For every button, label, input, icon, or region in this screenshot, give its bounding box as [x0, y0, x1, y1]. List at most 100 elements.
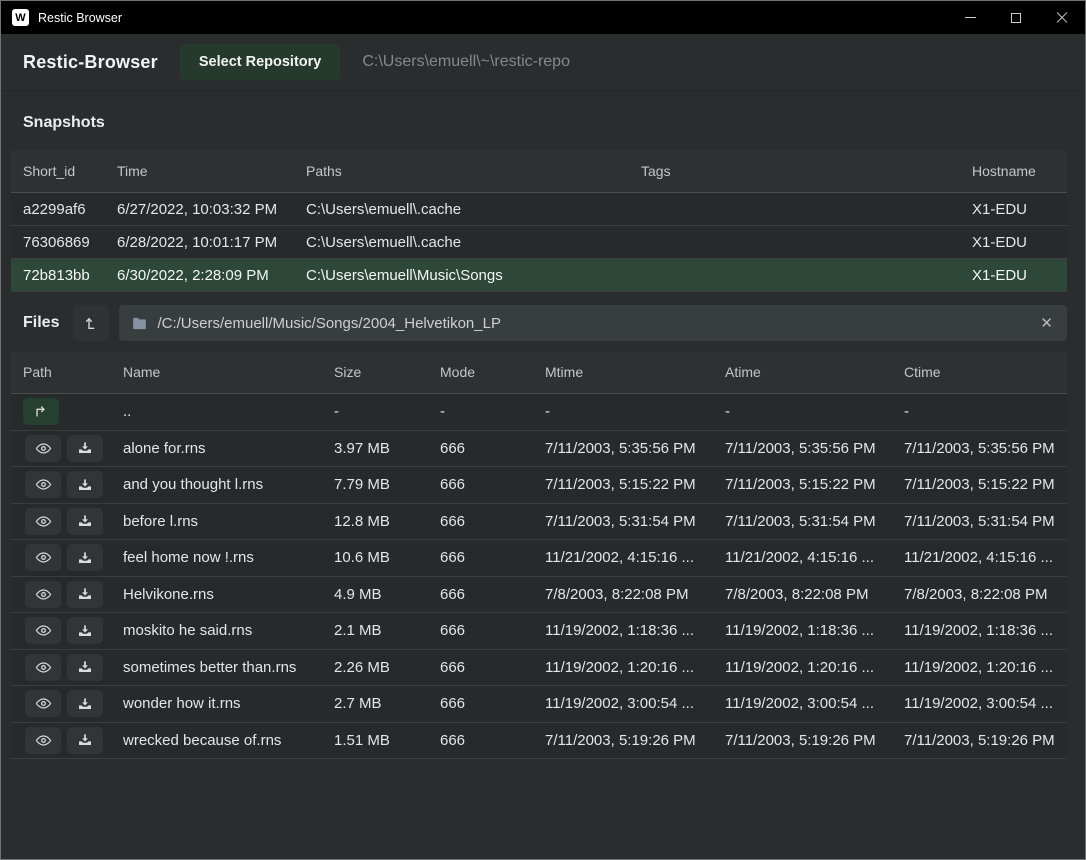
go-parent-button[interactable]: [23, 398, 59, 425]
file-atime: 7/11/2003, 5:35:56 PM: [725, 440, 904, 457]
file-ctime: 7/11/2003, 5:31:54 PM: [904, 513, 1067, 530]
files-header-row: Path Name Size Mode Mtime Atime Ctime: [11, 351, 1067, 394]
preview-file-button[interactable]: [25, 617, 61, 644]
preview-file-button[interactable]: [25, 544, 61, 571]
column-header-name[interactable]: Name: [123, 364, 334, 380]
file-mode: 666: [440, 659, 545, 676]
snapshot-paths: C:\Users\emuell\.cache: [306, 201, 641, 218]
titlebar: W Restic Browser: [1, 1, 1085, 34]
files-path-input[interactable]: /C:/Users/emuell/Music/Songs/2004_Helvet…: [119, 305, 1067, 341]
file-row: moskito he said.rns 2.1 MB 666 11/19/200…: [11, 613, 1067, 650]
file-name: alone for.rns: [123, 440, 334, 457]
eye-icon: [35, 695, 52, 712]
column-header-hostname[interactable]: Hostname: [972, 163, 1067, 179]
column-header-ctime[interactable]: Ctime: [904, 364, 1067, 380]
close-button[interactable]: [1039, 1, 1085, 34]
download-icon: [77, 550, 93, 566]
file-mode: 666: [440, 732, 545, 749]
file-atime: 11/19/2002, 1:20:16 ...: [725, 659, 904, 676]
snapshot-hostname: X1-EDU: [972, 234, 1067, 251]
set-root-button[interactable]: [73, 305, 109, 341]
snapshot-row[interactable]: 76306869 6/28/2022, 10:01:17 PM C:\Users…: [11, 226, 1067, 259]
file-mtime: 7/11/2003, 5:15:22 PM: [545, 476, 725, 493]
file-mtime: 7/11/2003, 5:35:56 PM: [545, 440, 725, 457]
file-ctime: 7/11/2003, 5:35:56 PM: [904, 440, 1067, 457]
download-icon: [77, 732, 93, 748]
snapshot-row[interactable]: 72b813bb 6/30/2022, 2:28:09 PM C:\Users\…: [11, 259, 1067, 292]
app-icon: W: [12, 9, 29, 26]
repository-path: C:\Users\emuell\~\restic-repo: [362, 53, 570, 71]
files-path-value: /C:/Users/emuell/Music/Songs/2004_Helvet…: [157, 315, 1029, 332]
app-window: W Restic Browser Restic-Browser Select R…: [0, 0, 1086, 860]
download-file-button[interactable]: [67, 471, 103, 498]
snapshot-row[interactable]: a2299af6 6/27/2022, 10:03:32 PM C:\Users…: [11, 193, 1067, 226]
eye-icon: [35, 586, 52, 603]
maximize-button[interactable]: [993, 1, 1039, 34]
preview-file-button[interactable]: [25, 581, 61, 608]
maximize-icon: [1011, 13, 1021, 23]
eye-icon: [35, 513, 52, 530]
eye-icon: [35, 622, 52, 639]
folder-icon: [131, 315, 148, 332]
parent-arrow-icon: [33, 404, 49, 420]
file-atime: 7/11/2003, 5:19:26 PM: [725, 732, 904, 749]
file-row: and you thought l.rns 7.79 MB 666 7/11/2…: [11, 467, 1067, 504]
download-icon: [77, 440, 93, 456]
download-icon: [77, 696, 93, 712]
download-file-button[interactable]: [67, 690, 103, 717]
column-header-time[interactable]: Time: [117, 163, 306, 179]
download-file-button[interactable]: [67, 544, 103, 571]
column-header-tags[interactable]: Tags: [641, 163, 972, 179]
file-atime: 11/21/2002, 4:15:16 ...: [725, 549, 904, 566]
snapshots-section-title: Snapshots: [23, 114, 105, 131]
column-header-atime[interactable]: Atime: [725, 364, 904, 380]
download-file-button[interactable]: [67, 617, 103, 644]
preview-file-button[interactable]: [25, 727, 61, 754]
file-name: wonder how it.rns: [123, 695, 334, 712]
preview-file-button[interactable]: [25, 508, 61, 535]
column-header-short-id[interactable]: Short_id: [11, 163, 117, 179]
preview-file-button[interactable]: [25, 435, 61, 462]
download-icon: [77, 477, 93, 493]
minimize-icon: [965, 17, 976, 18]
column-header-path[interactable]: Path: [11, 364, 123, 380]
download-file-button[interactable]: [67, 727, 103, 754]
file-mtime: 11/19/2002, 1:20:16 ...: [545, 659, 725, 676]
files-section-title: Files: [23, 314, 59, 332]
file-name: sometimes better than.rns: [123, 659, 334, 676]
column-header-paths[interactable]: Paths: [306, 163, 641, 179]
file-atime: 11/19/2002, 3:00:54 ...: [725, 695, 904, 712]
file-mtime: 11/19/2002, 1:18:36 ...: [545, 622, 725, 639]
app-name: Restic-Browser: [23, 52, 158, 73]
file-mtime: 11/21/2002, 4:15:16 ...: [545, 549, 725, 566]
file-row: Helvikone.rns 4.9 MB 666 7/8/2003, 8:22:…: [11, 577, 1067, 614]
download-file-button[interactable]: [67, 435, 103, 462]
file-name: moskito he said.rns: [123, 622, 334, 639]
preview-file-button[interactable]: [25, 690, 61, 717]
empty-area: [1, 759, 1085, 859]
download-file-button[interactable]: [67, 654, 103, 681]
snapshots-rows: a2299af6 6/27/2022, 10:03:32 PM C:\Users…: [11, 193, 1067, 292]
file-ctime: 7/11/2003, 5:19:26 PM: [904, 732, 1067, 749]
clear-path-icon[interactable]: ✕: [1038, 314, 1055, 332]
download-file-button[interactable]: [67, 508, 103, 535]
select-repository-button[interactable]: Select Repository: [180, 44, 341, 80]
column-header-mode[interactable]: Mode: [440, 364, 545, 380]
file-size: 2.7 MB: [334, 695, 440, 712]
file-atime: 11/19/2002, 1:18:36 ...: [725, 622, 904, 639]
files-table: Path Name Size Mode Mtime Atime Ctime ..…: [11, 351, 1067, 759]
eye-icon: [35, 476, 52, 493]
file-row: alone for.rns 3.97 MB 666 7/11/2003, 5:3…: [11, 431, 1067, 468]
column-header-mtime[interactable]: Mtime: [545, 364, 725, 380]
file-mtime: 7/8/2003, 8:22:08 PM: [545, 586, 725, 603]
minimize-button[interactable]: [947, 1, 993, 34]
preview-file-button[interactable]: [25, 654, 61, 681]
file-ctime: 11/19/2002, 1:18:36 ...: [904, 622, 1067, 639]
file-size: 10.6 MB: [334, 549, 440, 566]
download-file-button[interactable]: [67, 581, 103, 608]
file-size: 2.1 MB: [334, 622, 440, 639]
download-icon: [77, 513, 93, 529]
column-header-size[interactable]: Size: [334, 364, 440, 380]
preview-file-button[interactable]: [25, 471, 61, 498]
snapshot-time: 6/30/2022, 2:28:09 PM: [117, 267, 306, 284]
